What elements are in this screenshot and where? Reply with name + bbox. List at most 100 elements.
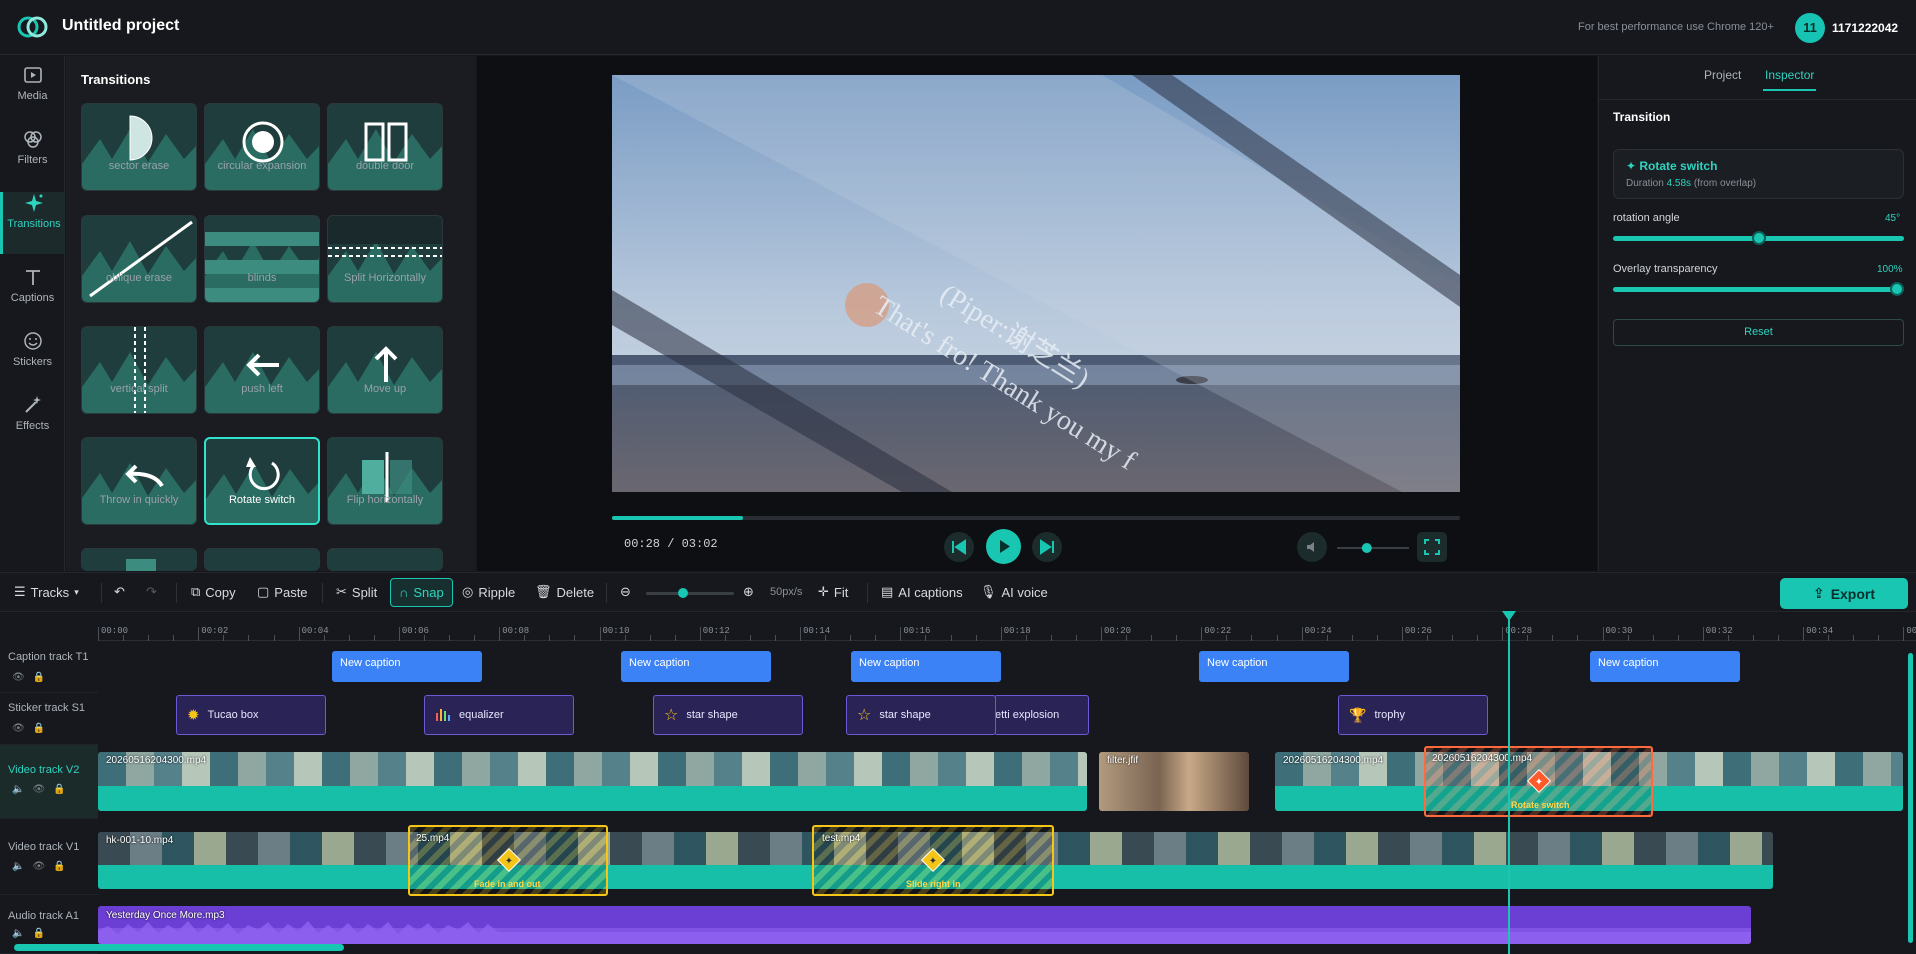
ai-captions-button[interactable]: ▤ AI captions [881, 584, 963, 600]
rotation-angle-slider[interactable] [1613, 231, 1904, 245]
sticker-clip[interactable]: etti explosion [994, 695, 1089, 735]
ai-voice-button[interactable]: 🎙 AI voice [980, 584, 1048, 600]
transition-tile-oblique-erase[interactable] [81, 215, 197, 303]
transition-tile-double-door[interactable] [327, 103, 443, 191]
timeline-horizontal-scrollbar[interactable] [14, 944, 344, 951]
sticker-clip[interactable]: equalizer [424, 695, 574, 735]
tracks-menu-button[interactable]: ☰ Tracks ▾ [14, 584, 79, 600]
skip-back-button[interactable] [944, 532, 974, 562]
playhead[interactable] [1502, 611, 1516, 954]
transition-tile-push-left[interactable] [204, 326, 320, 414]
caption-clip[interactable]: New caption [1590, 651, 1740, 682]
eye-icon[interactable]: 👁 [12, 672, 33, 683]
undo-button[interactable]: ↶ [114, 584, 125, 600]
speaker-icon[interactable]: 🔈 [12, 928, 32, 939]
caption-clip[interactable]: New caption [1199, 651, 1349, 682]
delete-button[interactable]: 🗑 Delete [535, 584, 594, 600]
volume-button[interactable] [1297, 532, 1327, 562]
ripple-toggle[interactable]: ◎ Ripple [462, 584, 515, 600]
track-header-sticker-s1[interactable]: Sticker track S1 👁🔒 [0, 693, 98, 745]
caption-clip[interactable]: New caption [621, 651, 771, 682]
rail-item-effects[interactable]: Effects [0, 394, 65, 456]
transition-tile-split-horizontally[interactable] [327, 215, 443, 303]
transition-block-slide[interactable]: test.mp4 ✦ Slide right in [812, 825, 1054, 896]
zoom-knob[interactable] [678, 588, 688, 598]
transition-block-fade[interactable]: 25.mp4 ✦ Fade in and out [408, 825, 608, 896]
tab-inspector[interactable]: Inspector [1765, 68, 1814, 82]
volume-slider[interactable] [1337, 541, 1409, 555]
sticker-clip[interactable]: ✹ Tucao box [176, 695, 326, 735]
rail-item-filters[interactable]: Filters [0, 128, 65, 190]
transition-tile-partial[interactable] [81, 548, 197, 571]
speaker-icon[interactable]: 🔈 [12, 784, 32, 795]
zoom-in-button[interactable]: ⊕ [743, 584, 754, 600]
rail-item-stickers[interactable]: Stickers [0, 330, 65, 392]
track-header-caption-t1[interactable]: Caption track T1 👁🔒 [0, 642, 98, 693]
overlay-transparency-slider[interactable] [1613, 282, 1904, 296]
track-header-video-v1[interactable]: Video track V1 🔈👁🔒 [0, 819, 98, 895]
eye-icon[interactable]: 👁 [32, 784, 53, 795]
project-title[interactable]: Untitled project [62, 17, 179, 35]
export-button[interactable]: ⇪ Export [1780, 578, 1908, 609]
rail-item-transitions[interactable]: Transitions [0, 192, 65, 254]
transition-tile-partial[interactable] [204, 548, 320, 571]
fit-button[interactable]: ✛ Fit [818, 584, 848, 600]
transition-tile-circular-expansion[interactable] [204, 103, 320, 191]
paste-button[interactable]: ▢ Paste [257, 584, 308, 600]
sticker-clip[interactable]: ☆ star shape [653, 695, 803, 735]
rail-label: Transitions [7, 218, 61, 230]
lock-icon[interactable]: 🔒 [32, 928, 52, 939]
transition-tile-sector-erase[interactable] [81, 103, 197, 191]
lock-icon[interactable]: 🔒 [53, 784, 73, 795]
track-controls[interactable]: 🔈👁🔒 [12, 861, 74, 872]
transition-label: Move up [363, 383, 407, 395]
copy-button[interactable]: ⧉ Copy [191, 584, 236, 600]
video-clip[interactable]: 20260516204300.mp4 [98, 752, 1087, 811]
caption-clip[interactable]: New caption [332, 651, 482, 682]
track-controls[interactable]: 👁🔒 [12, 672, 53, 683]
eye-icon[interactable]: 👁 [12, 723, 33, 734]
transition-tile-partial[interactable] [327, 548, 443, 571]
preview-frame[interactable]: (Piper:谢芝兰) That's fro! Thank you my f [612, 75, 1460, 492]
sticker-clip[interactable]: 🏆 trophy [1338, 695, 1488, 735]
eye-icon[interactable]: 👁 [32, 861, 53, 872]
track-controls[interactable]: 🔈👁🔒 [12, 784, 74, 795]
zoom-out-button[interactable]: ⊖ [620, 584, 631, 600]
redo-button[interactable]: ↷ [146, 584, 157, 600]
caption-clip[interactable]: New caption [851, 651, 1001, 682]
transition-tile-move-up[interactable] [327, 326, 443, 414]
image-clip[interactable]: filter.jfif [1099, 752, 1249, 811]
transition-tile-throw-in-quickly[interactable] [81, 437, 197, 525]
transition-tile-blinds[interactable] [204, 215, 320, 303]
track-header-video-v2[interactable]: Video track V2 🔈👁🔒 [0, 745, 98, 819]
slider-knob[interactable] [1751, 231, 1766, 245]
sticker-clip[interactable]: ☆ star shape [846, 695, 996, 735]
fullscreen-button[interactable] [1417, 532, 1447, 562]
audio-clip[interactable]: Yesterday Once More.mp3 [98, 906, 1751, 944]
zoom-slider[interactable] [646, 588, 734, 598]
slider-knob[interactable] [1890, 282, 1904, 296]
time-ruler[interactable]: 00:00 00:02 00:04 00:06 00:08 00:10 00:12 00:14… [98, 613, 1916, 641]
timeline-vertical-scrollbar[interactable] [1908, 653, 1913, 943]
lock-icon[interactable]: 🔒 [53, 861, 73, 872]
reset-button[interactable]: Reset [1613, 319, 1904, 346]
transition-tile-flip-horizontally[interactable] [327, 437, 443, 525]
lock-icon[interactable]: 🔒 [33, 723, 53, 734]
snap-toggle[interactable]: ∩ Snap [390, 578, 453, 607]
play-button[interactable] [986, 529, 1021, 564]
transition-block-rotate-switch[interactable]: 20260516204300.mp4 ✦ Rotate switch [1424, 746, 1653, 817]
rail-item-media[interactable]: Media [0, 64, 65, 126]
playback-progress[interactable] [612, 516, 1460, 520]
user-avatar[interactable]: 11 [1795, 13, 1825, 43]
skip-forward-button[interactable] [1032, 532, 1062, 562]
transition-tile-rotate-switch[interactable] [204, 437, 320, 525]
transition-tile-vertical-split[interactable] [81, 326, 197, 414]
split-button[interactable]: ✂ Split [336, 584, 377, 600]
playhead-handle-icon[interactable] [1502, 611, 1516, 623]
track-controls[interactable]: 👁🔒 [12, 723, 53, 734]
tab-project[interactable]: Project [1704, 68, 1741, 82]
speaker-icon[interactable]: 🔈 [12, 861, 32, 872]
lock-icon[interactable]: 🔒 [33, 672, 53, 683]
track-controls[interactable]: 🔈🔒 [12, 928, 53, 939]
rail-item-captions[interactable]: Captions [0, 266, 65, 328]
